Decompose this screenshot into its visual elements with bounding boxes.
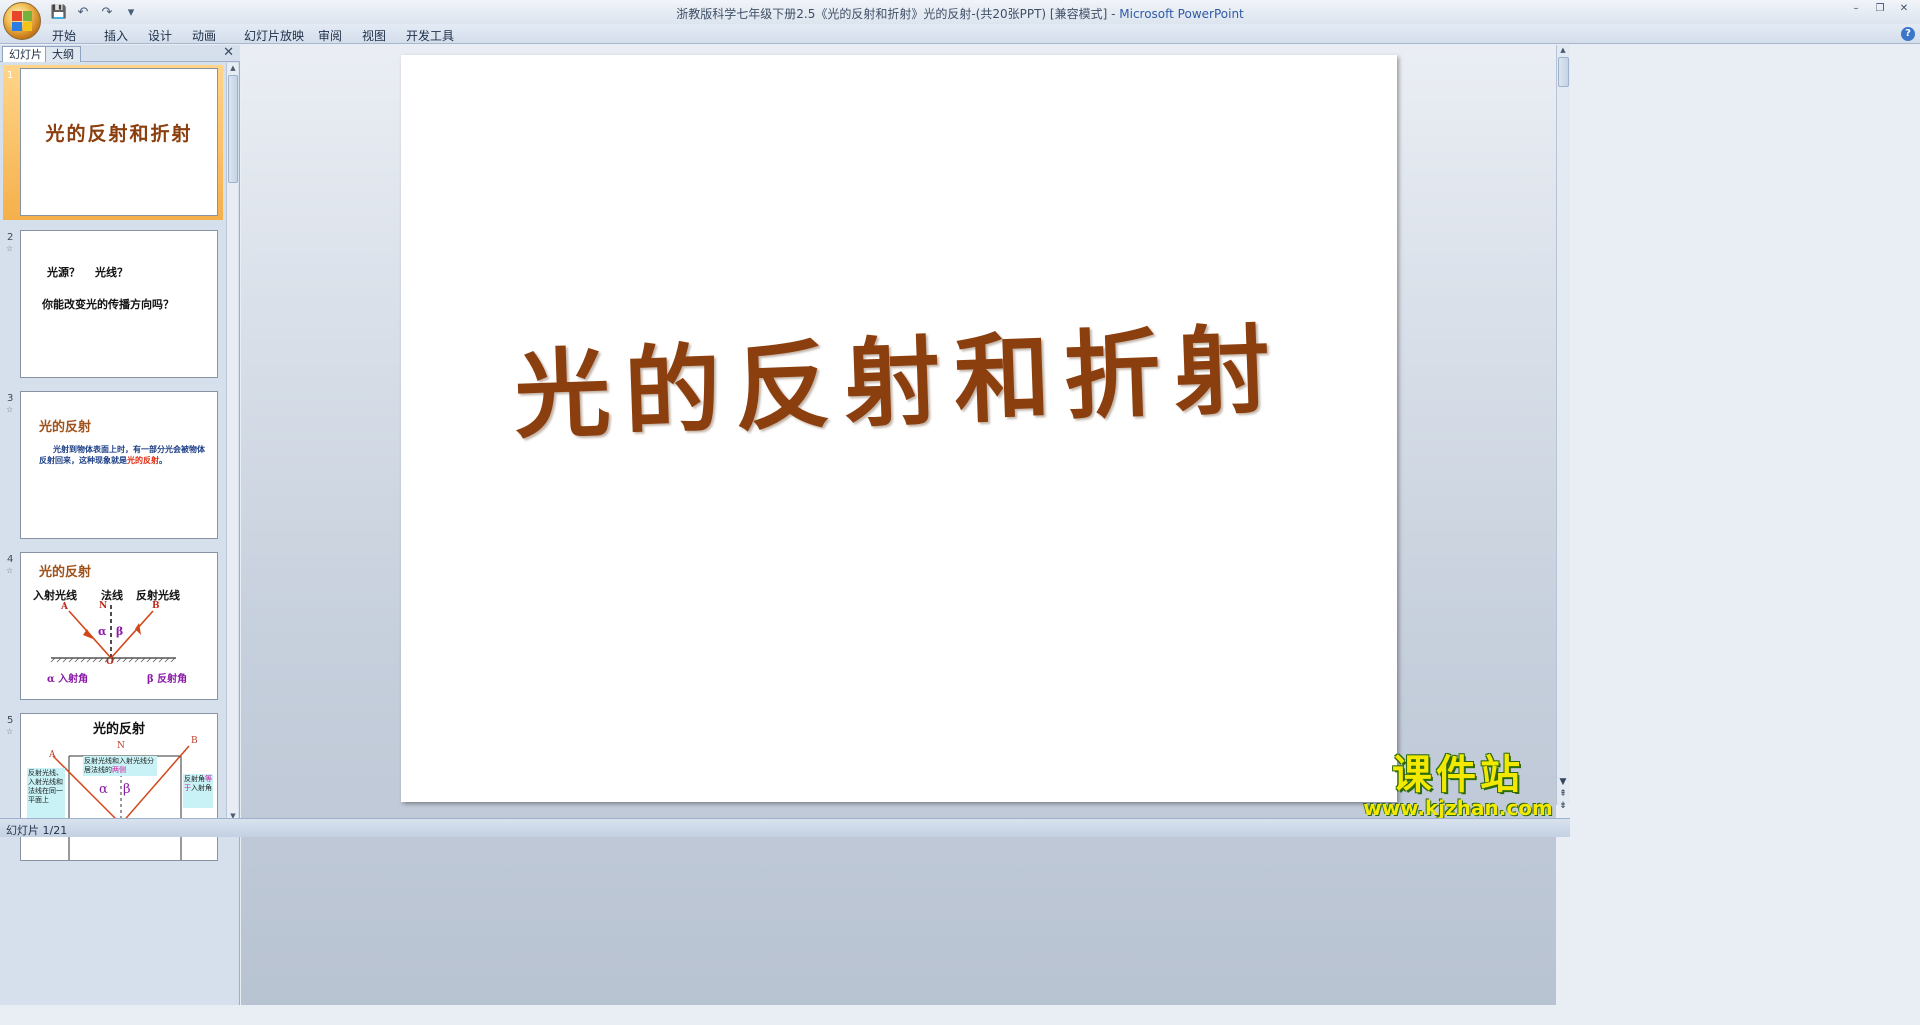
office-logo-icon [12,11,32,31]
slide-number: 1 [7,70,14,81]
slide-thumbnail-5[interactable]: 5 ☆ 光的反射 A N B α β 反射光线、入射光线和法线在同一平面上 反射… [3,710,223,863]
pane-tabs: 幻灯片 大纲 ✕ [0,45,240,62]
thumb-body-text: 光射到物体表面上时，有一部分光会被物体反射回来，这种现象就是 [39,444,205,465]
slide-nav-buttons: ▼ ⇞ ⇟ [1556,776,1570,816]
thumbnail-canvas: 光的反射和折射 [20,68,218,216]
title-separator: - [1107,7,1120,21]
thumbnail-canvas: 光的反射 光射到物体表面上时，有一部分光会被物体反射回来，这种现象就是光的反射。 [20,391,218,539]
title-bar: 💾 ↶ ↷ ▾ 浙教版科学七年级下册2.5《光的反射和折射》光的反射-(共20张… [0,0,1920,40]
close-button[interactable]: ✕ [1894,2,1914,16]
thumbnail-canvas: 光的反射 A N B α β 反射光线、入射光线和法线在同一平面上 反射光线和入… [20,713,218,861]
tab-design[interactable]: 设计 [148,26,192,45]
thumb-note-right-text: 反射角 [184,775,205,783]
slide-thumbnail-4[interactable]: 4 ☆ 光的反射 入射光线 法线 反射光线 A N B O α β α 入射角 … [3,549,223,704]
thumbnail-list: 1 光的反射和折射 2 ☆ 光源？ 光线？ 你能改变光的传播方向吗？ 3 ☆ 光… [0,63,226,863]
close-pane-icon[interactable]: ✕ [223,45,234,60]
slide-thumbnail-1[interactable]: 1 光的反射和折射 [3,65,223,220]
alpha-label: α [99,782,108,797]
slide-number: 2 [7,232,14,243]
ribbon-tabs: 开始 插入 设计 动画 幻灯片放映 审阅 视图 开发工具 [52,26,466,45]
slide-title[interactable]: 光的反射和折射 [399,288,1399,462]
reflection-angle-label: β 反射角 [147,674,188,685]
thumb-title: 光的反射和折射 [45,123,193,145]
thumb-note-left: 反射光线、入射光线和法线在同一平面上 [27,768,65,820]
thumb-note-right: 反射角等于入射角 [183,774,213,808]
thumb-note-middle-highlight: 两侧 [112,766,126,774]
document-title: 浙教版科学七年级下册2.5《光的反射和折射》光的反射-(共20张PPT) [兼容… [676,7,1108,21]
thumbnail-canvas: 光源？ 光线？ 你能改变光的传播方向吗？ [20,230,218,378]
point-b-label: B [191,736,198,746]
slide-editing-area: 光的反射和折射 [241,45,1556,1005]
slides-pane: 幻灯片 大纲 ✕ 1 光的反射和折射 2 ☆ 光源？ 光线？ 你能改变光的传播方… [0,45,240,1005]
slide-count-status: 幻灯片 1/21 [6,824,68,837]
thumb-note-middle: 反射光线和入射光线分居法线的两侧 [83,756,157,776]
scrollbar-thumb[interactable] [228,75,238,183]
slide-thumbnail-2[interactable]: 2 ☆ 光源？ 光线？ 你能改变光的传播方向吗？ [3,227,223,382]
beta-label: β [123,782,131,797]
tab-view[interactable]: 视图 [362,26,406,45]
app-name: Microsoft PowerPoint [1119,7,1244,21]
thumb-body-end: 。 [159,455,167,465]
animation-star-icon: ☆ [6,405,14,414]
watermark-logo: 课件站 www.kjzhan.com [1362,752,1554,818]
watermark-url: www.kjzhan.com [1363,796,1553,820]
scrollbar-thumb[interactable] [1558,57,1569,87]
tab-review[interactable]: 审阅 [318,26,362,45]
restore-button[interactable]: ❐ [1870,2,1890,16]
thumb-body-highlight: 光的反射 [127,455,159,465]
thumb-title: 光的反射 [39,420,92,435]
tab-home[interactable]: 开始 [52,26,104,45]
previous-slide-icon[interactable]: ⇞ [1556,788,1570,800]
window-controls: – ❐ ✕ [1846,2,1914,16]
thumb-text: 光源？ [47,266,80,279]
animation-star-icon: ☆ [6,727,14,736]
thumb-text: 光线？ [95,266,128,279]
animation-star-icon: ☆ [6,244,14,253]
ribbon: 开始 插入 设计 动画 幻灯片放映 审阅 视图 开发工具 ? [0,24,1920,44]
window-title: 浙教版科学七年级下册2.5《光的反射和折射》光的反射-(共20张PPT) [兼容… [0,5,1920,22]
tab-developer[interactable]: 开发工具 [406,26,466,45]
status-bar: 幻灯片 1/21 [0,818,1570,837]
point-n-label: N [117,741,125,751]
scroll-down-icon[interactable]: ▼ [1556,776,1570,788]
next-slide-icon[interactable]: ⇟ [1556,800,1570,812]
window-background [1570,45,1920,1005]
tab-animations[interactable]: 动画 [192,26,244,45]
slide-number: 3 [7,393,14,404]
thumb-text: 你能改变光的传播方向吗？ [42,298,174,311]
thumb-note-right-end: 入射角 [191,784,212,792]
slide-number: 4 [7,554,14,565]
point-a-label: A [49,750,56,760]
thumbnail-canvas: 光的反射 入射光线 法线 反射光线 A N B O α β α 入射角 β 反射… [20,552,218,700]
slide-number: 5 [7,715,14,726]
animation-star-icon: ☆ [6,566,14,575]
slide-scrollbar[interactable]: ▲ [1556,45,1570,805]
pane-tab-outline[interactable]: 大纲 [45,46,81,62]
watermark-title: 课件站 [1392,752,1524,798]
help-icon[interactable]: ? [1901,27,1915,41]
thumbnail-scrollbar[interactable]: ▲ ▼ [226,63,238,823]
minimize-button[interactable]: – [1846,2,1866,16]
current-slide[interactable]: 光的反射和折射 [401,55,1397,802]
scroll-up-icon[interactable]: ▲ [228,64,238,74]
office-button[interactable] [3,2,41,40]
incident-angle-label: α 入射角 [47,674,89,685]
thumb-body: 光射到物体表面上时，有一部分光会被物体反射回来，这种现象就是光的反射。 [39,444,209,466]
slide-thumbnail-3[interactable]: 3 ☆ 光的反射 光射到物体表面上时，有一部分光会被物体反射回来，这种现象就是光… [3,388,223,543]
tab-insert[interactable]: 插入 [104,26,148,45]
tab-slideshow[interactable]: 幻灯片放映 [244,26,318,45]
pane-tab-slides[interactable]: 幻灯片 [2,46,49,62]
scroll-up-icon[interactable]: ▲ [1558,46,1568,56]
